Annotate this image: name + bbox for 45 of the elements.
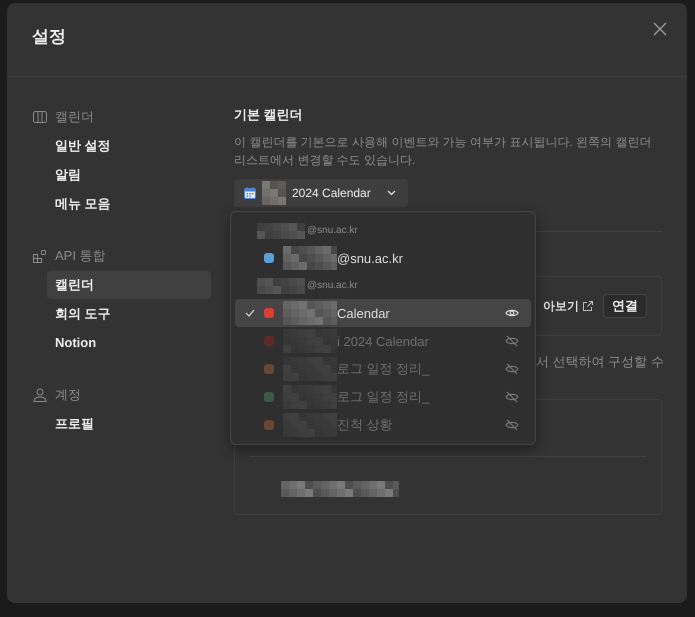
check-icon <box>246 310 254 317</box>
sidebar-item[interactable]: 알림 <box>47 161 211 189</box>
calendar-name: Calendar <box>337 306 391 320</box>
redacted-block <box>257 278 305 294</box>
calendar-option[interactable]: Calendar <box>235 299 531 327</box>
sidebar-item[interactable]: 일반 설정 <box>47 132 211 160</box>
eye-icon[interactable] <box>505 308 519 318</box>
person-icon <box>33 388 47 402</box>
section-heading: 기본 캘린더 <box>234 106 304 124</box>
redacted-block <box>262 181 286 205</box>
sidebar-item[interactable]: 회의 도구 <box>47 300 211 328</box>
calendar-name: 진척 상황 <box>337 416 394 434</box>
calendar-name: 로그 일정 정리_ <box>337 360 431 378</box>
calendar-name: @snu.ac.kr <box>337 250 404 266</box>
hint-text: 서 선택하여 구성할 수 <box>536 353 662 371</box>
calendar-select[interactable]: 2024 Calendar <box>234 179 408 207</box>
calendar-option[interactable]: @snu.ac.kr <box>235 244 531 272</box>
chevron-down-icon <box>386 190 396 196</box>
sidebar-item[interactable]: Notion <box>47 329 211 357</box>
description-text: 이 캘린더를 기본으로 사용해 이벤트와 가능 여부가 표시됩니다. 왼쪽의 캘린더 리스트에서 변경할 수도 있습니다. <box>234 134 652 169</box>
redacted-block <box>257 222 305 238</box>
eye-off-icon[interactable] <box>505 391 519 403</box>
redacted-block <box>283 301 337 325</box>
calendar-name: 로그 일정 정리_ <box>337 388 431 406</box>
eye-off-icon[interactable] <box>505 419 519 431</box>
section-header: 계정 <box>55 386 81 404</box>
section-header: API 통합 <box>55 247 106 265</box>
calendar-icon <box>244 187 256 199</box>
browse-link[interactable]: 아보기 <box>543 298 579 314</box>
dialog-title: 설정 <box>32 26 66 48</box>
sidebar-item[interactable]: 메뉴 모음 <box>47 190 211 218</box>
connect-button[interactable]: 연결 <box>603 294 647 318</box>
sidebar-item[interactable]: 캘린더 <box>47 271 211 299</box>
close-icon[interactable] <box>653 22 667 36</box>
columns-icon <box>33 111 47 123</box>
sidebar-item[interactable]: 프로필 <box>47 410 211 438</box>
section-header: 캘린더 <box>55 108 94 126</box>
account-email: @snu.ac.kr <box>307 225 358 236</box>
external-link-icon <box>583 301 593 311</box>
account-email: @snu.ac.kr <box>307 280 358 291</box>
blocks-icon <box>33 249 47 263</box>
eye-off-icon[interactable] <box>505 363 519 375</box>
calendar-name: i 2024 Calendar <box>337 334 430 348</box>
eye-off-icon[interactable] <box>505 335 519 347</box>
redacted-block <box>283 246 337 270</box>
